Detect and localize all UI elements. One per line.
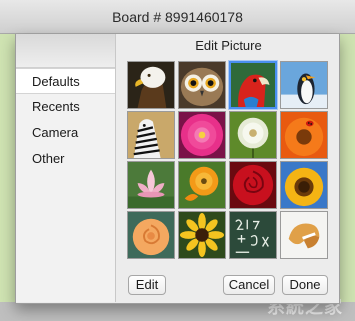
penguin-image	[281, 62, 327, 108]
dialog-title: Edit Picture	[195, 38, 262, 53]
chalkboard-image	[230, 212, 276, 258]
background-bottom: 系統之家	[0, 297, 355, 321]
picture-sunflower[interactable]	[280, 161, 328, 209]
picture-lotus[interactable]	[127, 161, 175, 209]
window-titlebar: Board # 8991460178	[0, 0, 355, 34]
picture-source-sidebar: Defaults Recents Camera Other	[16, 34, 116, 302]
picture-orange-poppy[interactable]	[178, 161, 226, 209]
lotus-image	[128, 162, 174, 208]
cancel-button[interactable]: Cancel	[223, 275, 275, 295]
picture-penguin[interactable]	[280, 61, 328, 109]
edit-picture-sheet: Defaults Recents Camera Other Edit Pictu…	[15, 34, 340, 304]
picture-peach-rose[interactable]	[127, 211, 175, 259]
fortune-cookie-image	[281, 212, 327, 258]
done-button[interactable]: Done	[282, 275, 328, 295]
picture-chalkboard[interactable]	[229, 211, 277, 259]
picture-eagle[interactable]	[127, 61, 175, 109]
rose-image	[230, 162, 276, 208]
owl-image	[179, 62, 225, 108]
picture-parrot[interactable]	[229, 61, 277, 109]
picture-fortune-cookie[interactable]	[280, 211, 328, 259]
sidebar-item-recents[interactable]: Recents	[16, 94, 115, 120]
eagle-image	[128, 62, 174, 108]
poppy-image	[179, 162, 225, 208]
parrot-image	[231, 63, 275, 107]
daisy-image	[179, 212, 225, 258]
peach-rose-image	[128, 212, 174, 258]
sidebar-header	[16, 34, 115, 68]
dandelion-image	[230, 112, 276, 158]
edit-button[interactable]: Edit	[128, 275, 166, 295]
picture-yellow-daisy[interactable]	[178, 211, 226, 259]
gerbera-image	[281, 112, 327, 158]
picture-zebra[interactable]	[127, 111, 175, 159]
picture-dandelion[interactable]	[229, 111, 277, 159]
picture-red-rose[interactable]	[229, 161, 277, 209]
sidebar-item-other[interactable]: Other	[16, 146, 115, 172]
picture-pink-dahlia[interactable]	[178, 111, 226, 159]
picture-orange-gerbera[interactable]	[280, 111, 328, 159]
picture-grid	[127, 61, 328, 259]
zebra-image	[128, 112, 174, 158]
picture-owl[interactable]	[178, 61, 226, 109]
window-title: Board # 8991460178	[112, 9, 243, 25]
dahlia-image	[179, 112, 225, 158]
sunflower-image	[281, 162, 327, 208]
sidebar-item-defaults[interactable]: Defaults	[16, 68, 115, 94]
sidebar-item-camera[interactable]: Camera	[16, 120, 115, 146]
